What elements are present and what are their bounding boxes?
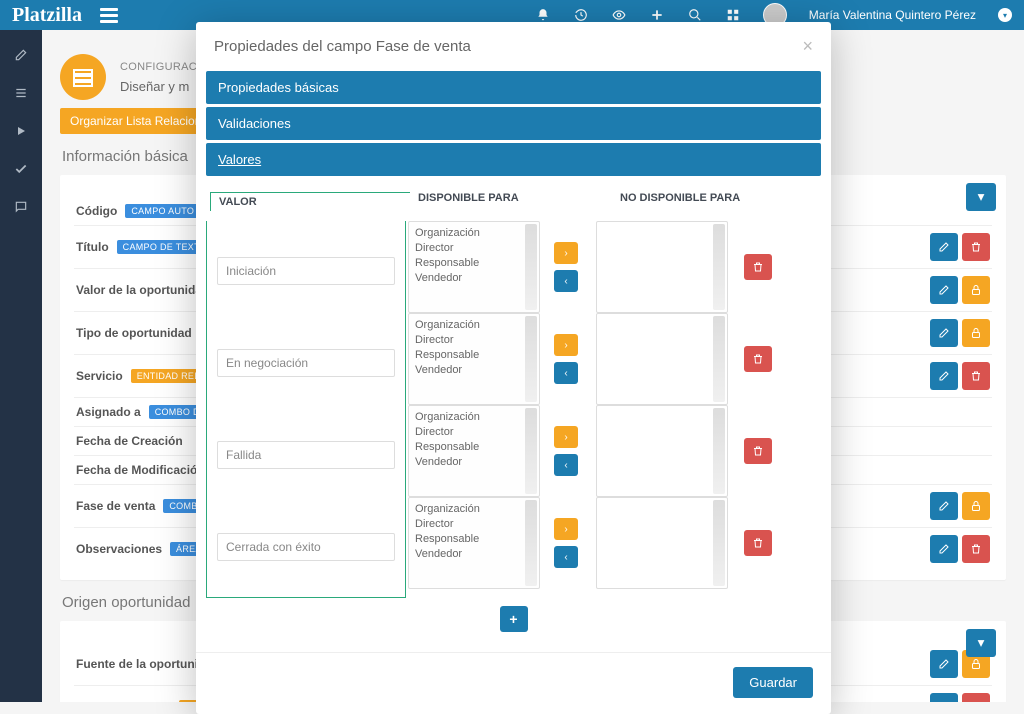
move-left-button[interactable]: ‹: [554, 362, 578, 384]
eye-icon[interactable]: [611, 7, 627, 23]
available-roles-list[interactable]: OrganizaciónDirectorResponsableVendedor: [408, 221, 540, 313]
accordion-values[interactable]: Valores: [206, 143, 821, 176]
delete-value-button[interactable]: [744, 438, 772, 464]
brand-logo: Platzilla: [12, 4, 82, 27]
bell-icon[interactable]: [535, 7, 551, 23]
value-input[interactable]: [217, 349, 395, 377]
unavailable-roles-list[interactable]: [596, 221, 728, 313]
move-right-button[interactable]: ›: [554, 426, 578, 448]
close-icon[interactable]: ×: [802, 36, 813, 57]
role-option[interactable]: Vendedor: [415, 271, 533, 286]
delete-value-button[interactable]: [744, 254, 772, 280]
user-name: María Valentina Quintero Pérez: [809, 8, 976, 22]
edit-button[interactable]: [930, 650, 958, 678]
section-toggle[interactable]: ▾: [966, 629, 996, 657]
field-name: Fecha de Modificación: [76, 463, 205, 477]
organize-list-button[interactable]: Organizar Lista Relacion: [60, 108, 211, 134]
unavailable-roles-list[interactable]: [596, 405, 728, 497]
unavailable-roles-list[interactable]: [596, 313, 728, 405]
history-icon[interactable]: [573, 7, 589, 23]
user-menu-toggle[interactable]: ▾: [998, 8, 1012, 22]
edit-button[interactable]: [930, 492, 958, 520]
delete-button[interactable]: [962, 233, 990, 261]
play-icon[interactable]: [12, 122, 30, 140]
role-option[interactable]: Director: [415, 517, 533, 532]
role-option[interactable]: Responsable: [415, 348, 533, 363]
delete-button[interactable]: [962, 362, 990, 390]
accordion-basic[interactable]: Propiedades básicas: [206, 71, 821, 104]
role-option[interactable]: Organización: [415, 410, 533, 425]
field-name: Servicio: [76, 369, 123, 383]
edit-button[interactable]: [930, 362, 958, 390]
th-disponible: DISPONIBLE PARA: [410, 192, 600, 211]
list-icon[interactable]: [12, 84, 30, 102]
move-left-button[interactable]: ‹: [554, 270, 578, 292]
add-value-button[interactable]: +: [500, 606, 528, 632]
field-name: Asignado a: [76, 405, 141, 419]
available-roles-list[interactable]: OrganizaciónDirectorResponsableVendedor: [408, 497, 540, 589]
role-option[interactable]: Vendedor: [415, 547, 533, 562]
search-icon[interactable]: [687, 7, 703, 23]
field-name: Tipo de oportunidad: [76, 326, 192, 340]
page-icon: [60, 54, 106, 100]
edit-button[interactable]: [930, 233, 958, 261]
unavailable-roles-list[interactable]: [596, 497, 728, 589]
menu-toggle[interactable]: [100, 8, 118, 23]
delete-button[interactable]: [962, 693, 990, 702]
field-name: Fecha de Creación: [76, 434, 183, 448]
delete-value-button[interactable]: [744, 530, 772, 556]
role-option[interactable]: Vendedor: [415, 455, 533, 470]
th-valor: VALOR: [210, 192, 410, 211]
role-option[interactable]: Organización: [415, 318, 533, 333]
move-left-button[interactable]: ‹: [554, 546, 578, 568]
role-option[interactable]: Director: [415, 333, 533, 348]
lock-button[interactable]: [962, 276, 990, 304]
field-properties-modal: Propiedades del campo Fase de venta × Pr…: [196, 22, 831, 714]
plus-icon[interactable]: [649, 7, 665, 23]
modal-title: Propiedades del campo Fase de venta: [214, 38, 471, 55]
field-name: Fase de venta: [76, 499, 155, 513]
edit-button[interactable]: [930, 276, 958, 304]
save-button[interactable]: Guardar: [733, 667, 813, 698]
check-icon[interactable]: [12, 160, 30, 178]
edit-icon[interactable]: [12, 46, 30, 64]
role-option[interactable]: Director: [415, 425, 533, 440]
delete-value-button[interactable]: [744, 346, 772, 372]
value-input[interactable]: [217, 441, 395, 469]
role-option[interactable]: Director: [415, 241, 533, 256]
field-name: Observaciones: [76, 542, 162, 556]
role-option[interactable]: Responsable: [415, 440, 533, 455]
edit-button[interactable]: [930, 319, 958, 347]
role-option[interactable]: Responsable: [415, 532, 533, 547]
edit-button[interactable]: [930, 535, 958, 563]
available-roles-list[interactable]: OrganizaciónDirectorResponsableVendedor: [408, 313, 540, 405]
lock-button[interactable]: [962, 492, 990, 520]
field-name: Código: [76, 204, 117, 218]
th-nodisponible: NO DISPONIBLE PARA: [600, 192, 817, 211]
delete-button[interactable]: [962, 535, 990, 563]
field-name: Título: [76, 240, 109, 254]
move-right-button[interactable]: ›: [554, 242, 578, 264]
chat-icon[interactable]: [12, 198, 30, 216]
move-right-button[interactable]: ›: [554, 334, 578, 356]
available-roles-list[interactable]: OrganizaciónDirectorResponsableVendedor: [408, 405, 540, 497]
role-option[interactable]: Organización: [415, 502, 533, 517]
lock-button[interactable]: [962, 319, 990, 347]
move-left-button[interactable]: ‹: [554, 454, 578, 476]
move-right-button[interactable]: ›: [554, 518, 578, 540]
accordion-validations[interactable]: Validaciones: [206, 107, 821, 140]
value-input[interactable]: [217, 257, 395, 285]
role-option[interactable]: Organización: [415, 226, 533, 241]
edit-button[interactable]: [930, 693, 958, 702]
field-name: Valor de la oportunidad: [76, 283, 209, 297]
grid-icon[interactable]: [725, 7, 741, 23]
value-input[interactable]: [217, 533, 395, 561]
role-option[interactable]: Vendedor: [415, 363, 533, 378]
role-option[interactable]: Responsable: [415, 256, 533, 271]
section-toggle[interactable]: ▾: [966, 183, 996, 211]
